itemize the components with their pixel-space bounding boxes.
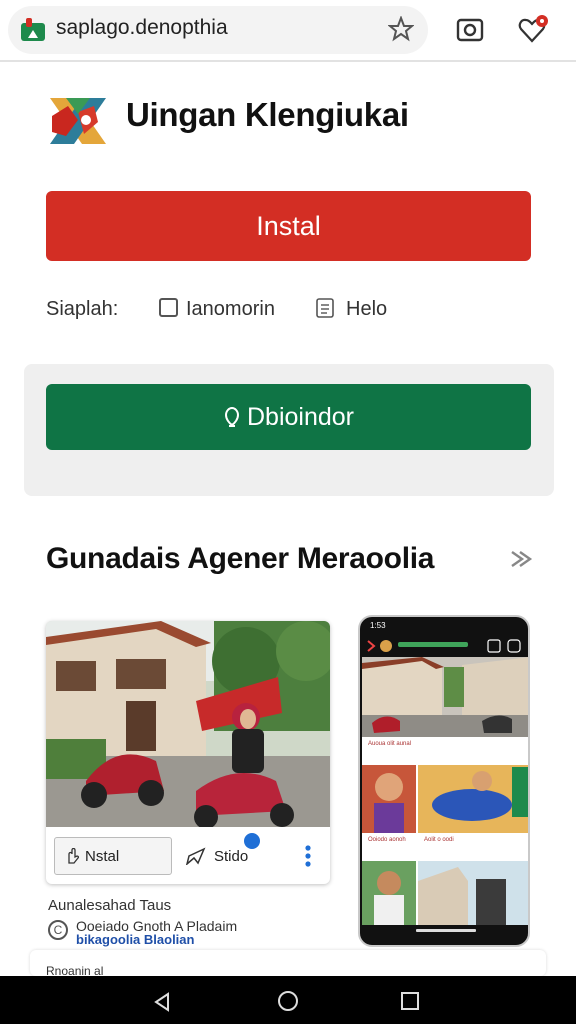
media-photo bbox=[46, 621, 330, 827]
arrow-right-icon[interactable] bbox=[508, 548, 534, 570]
phone-caption-1: Auoua olit aunal bbox=[368, 741, 412, 747]
media-caption: C Ooeiado Gnoth A Pladaim bikagoolia Bla… bbox=[48, 918, 308, 947]
media-caption-title: Aunalesahad Taus bbox=[48, 897, 172, 914]
download-label: Dbioindor bbox=[246, 402, 354, 431]
phone-caption-2: Ooiodo aonoh bbox=[368, 837, 406, 843]
document-icon[interactable] bbox=[316, 298, 334, 318]
media-card[interactable]: Nstal Stido bbox=[46, 621, 330, 884]
install-button[interactable]: Instal bbox=[46, 191, 531, 261]
app-name: Uingan Klengiukai bbox=[126, 96, 409, 133]
next-card-peek[interactable]: Rnoanin al bbox=[30, 950, 546, 978]
back-icon[interactable] bbox=[152, 992, 172, 1012]
shield-icon bbox=[224, 406, 239, 427]
card-share-label: Stido bbox=[214, 847, 249, 865]
options-label: Siaplah: bbox=[46, 298, 119, 320]
camera-icon[interactable] bbox=[456, 16, 484, 42]
card-share-button[interactable]: Stido bbox=[186, 837, 276, 875]
phone-feed bbox=[362, 657, 528, 937]
phone-status-time: 1:53 bbox=[370, 621, 386, 630]
app-logo bbox=[50, 98, 106, 144]
card-install-button[interactable]: Nstal bbox=[54, 837, 172, 875]
download-button[interactable]: Dbioindor bbox=[46, 384, 531, 450]
site-icon bbox=[21, 18, 45, 41]
help-link[interactable]: Helo bbox=[346, 298, 387, 321]
url-text[interactable]: saplago.denopthia bbox=[56, 16, 228, 40]
bookmark-icon[interactable] bbox=[388, 16, 414, 42]
phone-app-bar bbox=[367, 639, 521, 653]
more-options-icon[interactable] bbox=[303, 843, 313, 869]
install-options: Siaplah: Ianomorin Helo bbox=[46, 296, 546, 324]
caption-line-2[interactable]: bikagoolia Blaolian bbox=[76, 932, 194, 947]
phone-caption-3: Aolit o oodi bbox=[424, 837, 454, 843]
browser-toolbar: saplago.denopthia bbox=[0, 0, 576, 62]
option-checkbox[interactable] bbox=[159, 298, 178, 317]
share-icon bbox=[186, 847, 206, 865]
checkbox-label[interactable]: Ianomorin bbox=[186, 298, 275, 321]
copyright-icon: C bbox=[48, 920, 68, 940]
system-nav-bar bbox=[0, 976, 576, 1024]
recent-apps-icon[interactable] bbox=[400, 991, 420, 1011]
heart-notification-icon[interactable] bbox=[518, 14, 552, 44]
phone-screenshot[interactable]: 1:53 Auoua olit aunal Ooiodo aonoh Aolit… bbox=[358, 615, 530, 947]
section-title: Gunadais Agener Meraoolia bbox=[46, 542, 435, 575]
home-icon[interactable] bbox=[277, 990, 299, 1012]
hand-icon bbox=[68, 848, 79, 864]
card-install-label: Nstal bbox=[85, 847, 120, 865]
